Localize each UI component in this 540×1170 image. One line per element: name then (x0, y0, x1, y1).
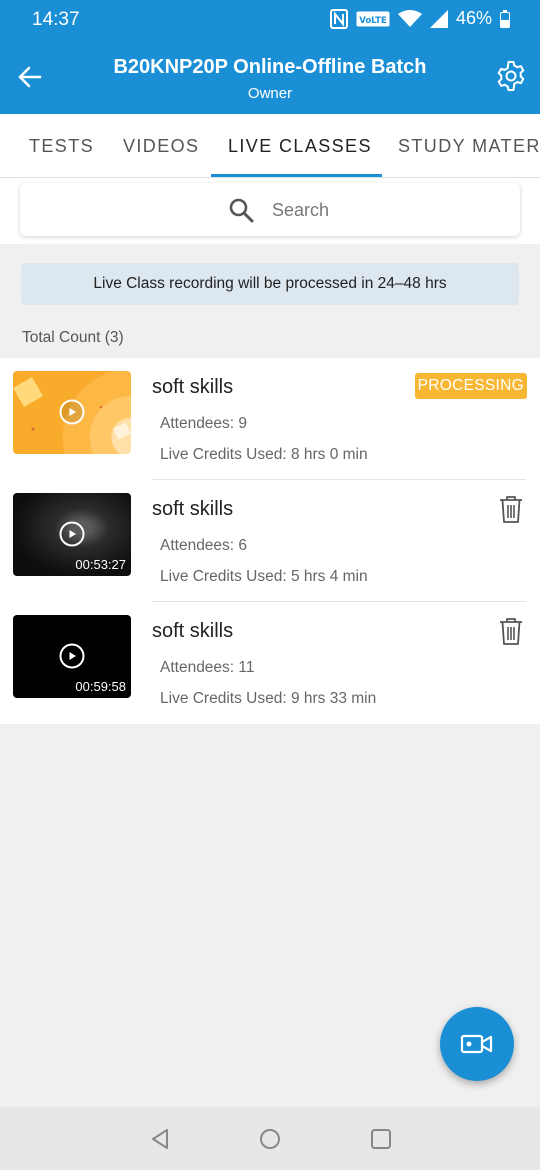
arrow-left-icon (18, 66, 42, 88)
video-thumbnail[interactable] (13, 371, 131, 454)
recordings-list: soft skills Attendees: 9 Live Credits Us… (0, 358, 540, 724)
video-thumbnail[interactable]: 00:59:58 (13, 615, 131, 698)
back-button[interactable] (12, 60, 46, 94)
recording-title: soft skills (152, 376, 234, 398)
processing-info-banner: Live Class recording will be processed i… (21, 263, 519, 305)
recording-title: soft skills (152, 620, 234, 642)
attendees-count: Attendees: 9 (160, 415, 248, 432)
list-item[interactable]: 00:53:27 soft skills Attendees: 6 Live C… (0, 480, 540, 602)
list-item[interactable]: soft skills Attendees: 9 Live Credits Us… (0, 358, 540, 480)
volte-icon: VoLTE (356, 11, 390, 26)
signal-icon (429, 9, 448, 28)
batch-title: B20KNP20P Online-Offline Batch (113, 56, 427, 78)
nfc-icon (329, 8, 348, 29)
settings-button[interactable] (494, 58, 528, 94)
tab-study-materials[interactable]: STUDY MATERIALS (398, 136, 540, 157)
nav-home-icon[interactable] (257, 1126, 283, 1152)
battery-icon (500, 9, 510, 28)
list-item[interactable]: 00:59:58 soft skills Attendees: 11 Live … (0, 602, 540, 724)
role-subtitle: Owner (247, 85, 293, 102)
search-input[interactable]: Search (20, 183, 520, 236)
start-live-class-button[interactable] (440, 1007, 514, 1081)
nav-back-icon[interactable] (147, 1126, 173, 1152)
credits-used: Live Credits Used: 9 hrs 33 min (160, 690, 377, 707)
wifi-icon (397, 9, 422, 27)
processing-badge: PROCESSING (414, 373, 527, 399)
tab-tests[interactable]: TESTS (29, 136, 94, 157)
search-icon (229, 198, 254, 223)
search-area: Search (0, 178, 540, 244)
svg-text:VoLTE: VoLTE (359, 16, 387, 26)
trash-icon[interactable] (498, 616, 524, 646)
title-block: B20KNP20P Online-Offline Batch Owner (60, 56, 480, 102)
trash-icon[interactable] (498, 494, 524, 524)
recording-title: soft skills (152, 498, 234, 520)
tab-bar: TESTS VIDEOS LIVE CLASSES STUDY MATERIAL… (0, 114, 540, 178)
status-bar: 14:37 VoLTE 46% (0, 0, 540, 40)
active-tab-indicator (211, 174, 382, 177)
status-time: 14:37 (32, 9, 80, 30)
video-duration: 00:53:27 (75, 557, 126, 572)
search-placeholder: Search (272, 200, 330, 220)
status-icons: VoLTE 46% (329, 8, 510, 29)
battery-percent: 46% (455, 8, 492, 28)
attendees-count: Attendees: 6 (160, 537, 248, 554)
nav-recents-icon[interactable] (368, 1126, 394, 1152)
play-icon (59, 643, 85, 669)
play-icon (59, 521, 85, 547)
play-icon (59, 399, 85, 425)
tab-videos[interactable]: VIDEOS (123, 136, 199, 157)
tab-live-classes[interactable]: LIVE CLASSES (228, 136, 372, 157)
attendees-count: Attendees: 11 (160, 659, 255, 676)
gear-icon (497, 61, 525, 91)
credits-used: Live Credits Used: 5 hrs 4 min (160, 568, 368, 585)
video-duration: 00:59:58 (75, 679, 126, 694)
system-nav-bar (0, 1107, 540, 1170)
credits-used: Live Credits Used: 8 hrs 0 min (160, 446, 368, 463)
app-bar: B20KNP20P Online-Offline Batch Owner (0, 40, 540, 114)
video-thumbnail[interactable]: 00:53:27 (13, 493, 131, 576)
video-camera-icon (460, 1034, 493, 1054)
total-count: Total Count (3) (22, 329, 124, 346)
